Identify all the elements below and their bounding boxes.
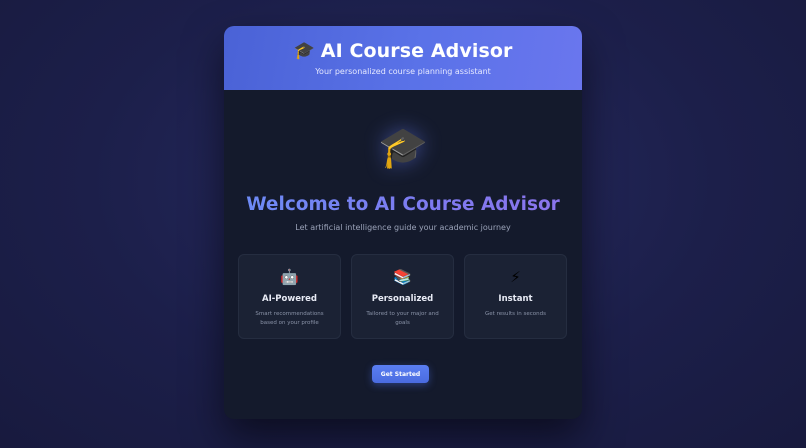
app-header: 🎓 AI Course Advisor Your personalized co… [224,26,582,90]
welcome-title: Welcome to AI Course Advisor [224,194,582,215]
feature-title: Personalized [371,294,434,304]
feature-card-instant: ⚡ Instant Get results in seconds [464,254,567,339]
get-started-button[interactable]: Get Started [372,365,429,383]
books-icon: 📚 [393,268,412,286]
app-title-text: AI Course Advisor [320,40,513,62]
app-subtitle: Your personalized course planning assist… [315,67,491,76]
feature-list: 🤖 AI-Powered Smart recommendations based… [238,254,568,339]
robot-icon: 🤖 [280,268,299,286]
graduation-cap-icon: 🎓 [378,124,428,171]
advisor-card: 🎓 AI Course Advisor Your personalized co… [224,26,582,419]
feature-description: Tailored to your major and goals [366,311,439,326]
feature-description: Get results in seconds [485,311,546,317]
feature-description: Smart recommendations based on your prof… [255,311,324,326]
feature-card-ai-powered: 🤖 AI-Powered Smart recommendations based… [238,254,341,339]
lightning-icon: ⚡ [510,268,521,286]
feature-title: AI-Powered [262,294,317,304]
graduation-cap-icon: 🎓 [293,41,315,61]
feature-title: Instant [498,294,533,304]
app-title: 🎓 AI Course Advisor [224,26,582,62]
feature-card-personalized: 📚 Personalized Tailored to your major an… [351,254,454,339]
welcome-subtitle: Let artificial intelligence guide your a… [295,223,511,232]
